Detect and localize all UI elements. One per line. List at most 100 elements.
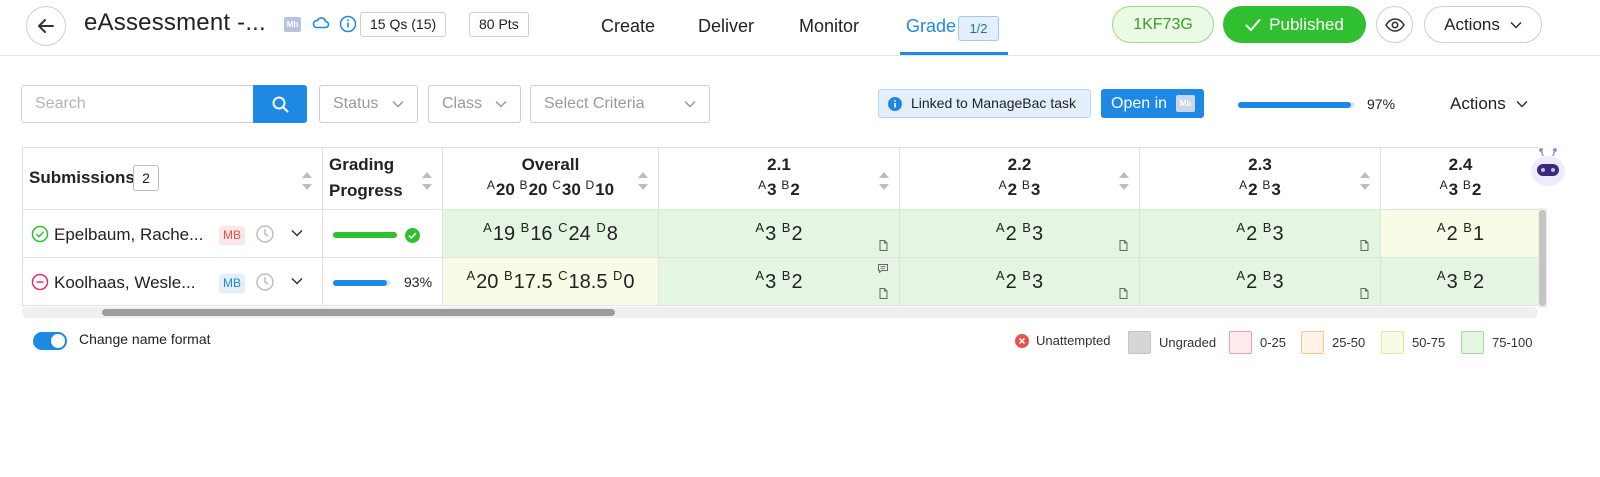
tab-create[interactable]: Create <box>601 16 655 37</box>
chevron-down-icon <box>495 100 507 108</box>
toggle-knob <box>51 334 65 348</box>
criteria-label: Select Criteria <box>544 95 645 112</box>
sort-icon[interactable] <box>420 170 434 192</box>
submissions-count: 2 <box>133 165 159 191</box>
score-cell[interactable]: A2 B3 <box>1140 210 1381 258</box>
score-cell[interactable]: A19 B16 C24 D8 <box>443 210 659 258</box>
score-cell[interactable]: A2 B1 <box>1381 210 1538 258</box>
legend-swatch <box>1229 331 1252 354</box>
managebac-tag: MB <box>219 274 245 293</box>
horizontal-scrollbar-thumb[interactable] <box>102 309 615 316</box>
criteria-header-2-4[interactable]: 2.4 A3 B2 <box>1381 148 1538 210</box>
grade-actions-dropdown[interactable]: Actions <box>1450 94 1528 114</box>
document-icon[interactable] <box>1119 240 1128 251</box>
legend-label: 75-100 <box>1492 335 1533 350</box>
tab-monitor[interactable]: Monitor <box>799 16 859 37</box>
student-row-2[interactable]: Koolhaas, Wesle... MB <box>23 258 323 306</box>
managebac-tag: MB <box>219 226 245 245</box>
submissions-header[interactable]: Submissions 2 <box>23 148 323 210</box>
document-icon[interactable] <box>1360 240 1369 251</box>
criteria-title: 2.1 <box>767 155 791 174</box>
grading-progress-header[interactable]: Grading Progress <box>323 148 443 210</box>
criteria-header-2-3[interactable]: 2.3 A2 B3 <box>1140 148 1381 210</box>
chevron-down-icon <box>1516 100 1528 108</box>
search-input[interactable]: Search <box>21 85 254 123</box>
minus-circle-icon <box>31 273 49 291</box>
student-row-1[interactable]: Epelbaum, Rache... MB <box>23 210 323 258</box>
open-in-managebac-button[interactable]: Open in Mb <box>1101 89 1204 118</box>
score-cell[interactable]: A2 B3 <box>900 258 1140 306</box>
score-cell[interactable]: A3 B2 <box>659 210 900 258</box>
cloud-icon <box>312 17 330 29</box>
comment-icon[interactable] <box>878 264 888 273</box>
header-actions-label: Actions <box>1444 14 1500 34</box>
header-actions-dropdown[interactable]: Actions <box>1424 6 1542 43</box>
grading-progress-cell-1 <box>323 210 443 258</box>
class-dropdown[interactable]: Class <box>428 85 521 123</box>
score-cell[interactable]: A20 B17.5 C18.5 D0 <box>443 258 659 306</box>
assistant-bot-icon[interactable] <box>1528 147 1568 189</box>
status-dropdown[interactable]: Status <box>319 85 418 123</box>
status-label: Status <box>333 95 379 112</box>
managebac-logo-icon: Mb <box>1176 95 1195 112</box>
sort-icon[interactable] <box>1117 170 1131 192</box>
overall-progress-bar <box>1238 102 1355 108</box>
chevron-down-icon[interactable] <box>291 229 303 237</box>
tab-grade[interactable]: Grade <box>906 16 956 37</box>
score-cell[interactable]: A3 B2 <box>659 258 900 306</box>
document-icon[interactable] <box>879 288 888 299</box>
chevron-down-icon <box>684 100 696 108</box>
legend-item: 75-100 <box>1461 331 1532 354</box>
grade-progress-badge: 1/2 <box>958 16 999 41</box>
legend-label: Unattempted <box>1036 333 1111 348</box>
preview-button[interactable] <box>1376 6 1413 43</box>
check-circle-icon <box>405 228 420 243</box>
legend-item: Ungraded <box>1128 331 1216 354</box>
criteria-title: 2.3 <box>1248 155 1272 174</box>
document-icon[interactable] <box>1360 288 1369 299</box>
top-header: eAssessment -... Mb 15 Qs (15) 80 Pts Cr… <box>0 0 1600 56</box>
open-in-label: Open in <box>1111 95 1168 112</box>
sort-icon[interactable] <box>636 170 650 192</box>
score-value: A3 B2 <box>755 268 803 293</box>
back-button[interactable] <box>26 6 66 46</box>
published-button[interactable]: Published <box>1223 6 1366 43</box>
document-icon[interactable] <box>1119 288 1128 299</box>
criteria-header-overall[interactable]: Overall A20 B20 C30 D10 <box>443 148 659 210</box>
history-icon[interactable] <box>255 272 275 292</box>
vertical-scrollbar[interactable] <box>1538 208 1547 308</box>
sort-icon[interactable] <box>1358 170 1372 192</box>
search-button[interactable] <box>253 85 307 123</box>
arrow-left-icon <box>38 19 54 33</box>
published-label: Published <box>1269 14 1344 34</box>
info-icon <box>888 97 902 111</box>
legend-swatch <box>1301 331 1324 354</box>
row-progress-fill <box>333 280 387 286</box>
sort-icon[interactable] <box>300 170 314 192</box>
sort-icon[interactable] <box>877 170 891 192</box>
linked-text: Linked to ManageBac task <box>911 95 1076 111</box>
score-cell[interactable]: A2 B3 <box>900 210 1140 258</box>
criteria-header-2-2[interactable]: 2.2 A2 B3 <box>900 148 1140 210</box>
student-name[interactable]: Epelbaum, Rache... <box>54 225 203 245</box>
submissions-label: Submissions <box>29 168 135 187</box>
score-cell[interactable]: A3 B2 <box>1381 258 1538 306</box>
legend-item: 25-50 <box>1301 331 1365 354</box>
assessment-code-pill[interactable]: 1KF73G <box>1112 6 1214 43</box>
history-icon[interactable] <box>255 224 275 244</box>
name-format-toggle[interactable] <box>33 332 67 350</box>
legend-swatch <box>1461 331 1484 354</box>
info-icon[interactable] <box>339 15 357 33</box>
document-icon[interactable] <box>879 240 888 251</box>
eye-icon <box>1384 17 1405 32</box>
criteria-max-points: A3 B2 <box>1439 178 1482 199</box>
vertical-scrollbar-thumb[interactable] <box>1539 210 1546 306</box>
student-name[interactable]: Koolhaas, Wesle... <box>54 273 195 293</box>
score-cell[interactable]: A2 B3 <box>1140 258 1381 306</box>
grading-table: Submissions 2 Grading Progress Overall A2… <box>22 147 1538 307</box>
criteria-header-2-1[interactable]: 2.1 A3 B2 <box>659 148 900 210</box>
criteria-dropdown[interactable]: Select Criteria <box>530 85 710 123</box>
horizontal-scrollbar[interactable] <box>22 307 1538 318</box>
chevron-down-icon[interactable] <box>291 277 303 285</box>
tab-deliver[interactable]: Deliver <box>698 16 754 37</box>
